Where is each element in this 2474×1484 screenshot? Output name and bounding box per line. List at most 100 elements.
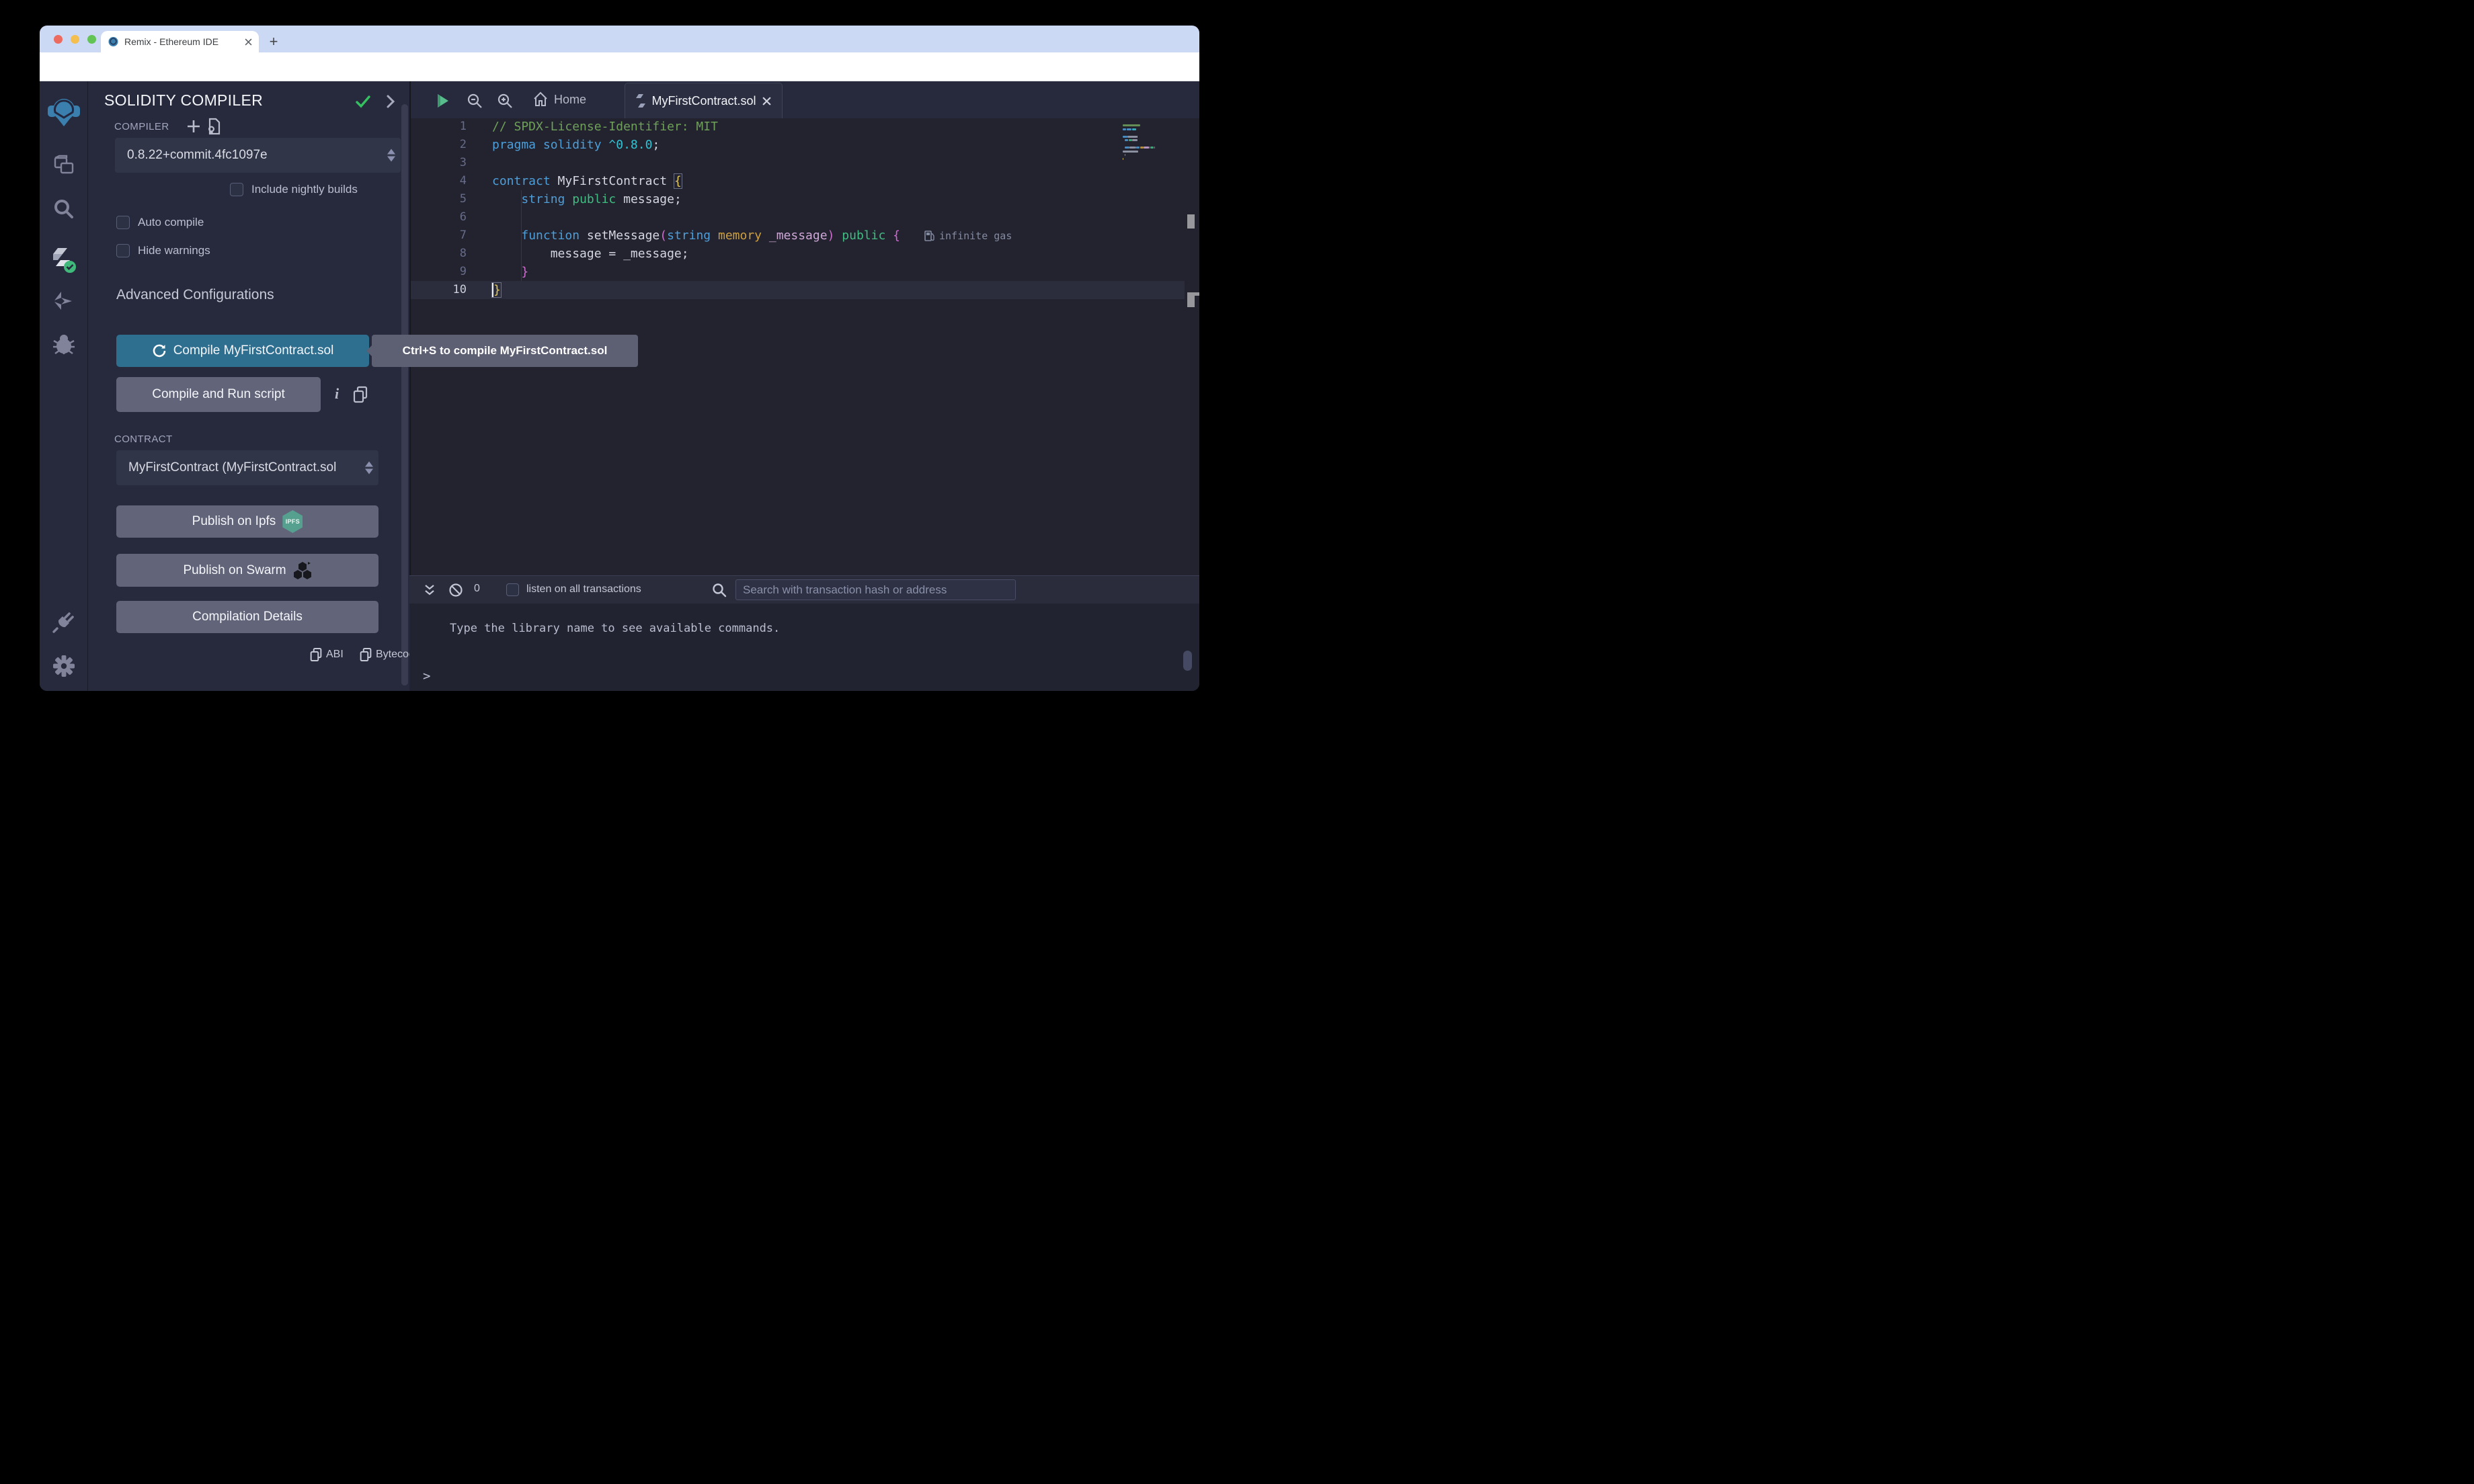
minimap-line — [1123, 124, 1140, 126]
code-line[interactable]: 4contract MyFirstContract { — [411, 172, 1185, 190]
minimize-window-button[interactable] — [71, 35, 79, 44]
compiler-license-icon[interactable] — [206, 118, 221, 135]
icon-rail — [40, 81, 88, 691]
gas-pump-icon — [924, 230, 934, 241]
zoom-in-icon[interactable] — [497, 93, 513, 109]
panel-scrollbar[interactable] — [401, 104, 408, 686]
code-line[interactable]: 7 function setMessage(string memory _mes… — [411, 226, 1185, 245]
ipfs-badge-icon: IPFS — [282, 510, 303, 533]
terminal-header: 0 listen on all transactions — [409, 576, 1199, 604]
swarm-cubes-icon — [293, 561, 312, 581]
contract-select-value: MyFirstContract (MyFirstContract.sol — [128, 460, 336, 475]
include-nightly-checkbox[interactable] — [230, 183, 243, 196]
minimap-line — [1135, 128, 1136, 130]
minimap-line — [1137, 136, 1138, 138]
plugin-manager-icon[interactable] — [40, 610, 88, 634]
close-window-button[interactable] — [54, 35, 63, 44]
tab-home[interactable]: Home — [532, 91, 586, 108]
line-number: 8 — [411, 245, 467, 263]
compiler-version-select[interactable]: 0.8.22+commit.4fc1097e — [115, 138, 401, 173]
screenshot-stage: Remix - Ethereum IDE + — [0, 0, 1237, 742]
compile-and-run-label: Compile and Run script — [152, 387, 284, 402]
search-icon[interactable] — [40, 198, 88, 221]
code-line[interactable]: 10} — [411, 281, 1185, 299]
minimap-line — [1123, 128, 1126, 130]
auto-compile-label: Auto compile — [138, 216, 204, 229]
settings-gear-icon[interactable] — [40, 654, 88, 678]
terminal-scrollbar[interactable] — [1183, 651, 1192, 671]
remix-logo-icon[interactable] — [40, 96, 88, 128]
compile-success-check-icon — [354, 93, 372, 110]
hide-warnings-checkbox[interactable] — [116, 244, 130, 257]
overview-ruler-mark — [1187, 294, 1195, 307]
listen-transactions-checkbox[interactable] — [506, 583, 519, 596]
copy-icon — [310, 647, 322, 662]
terminal-prompt[interactable]: > — [423, 669, 430, 684]
code-line[interactable]: 8 message = _message; — [411, 245, 1185, 263]
code-line[interactable]: 9 } — [411, 263, 1185, 281]
compiler-section-label: COMPILER — [114, 121, 169, 132]
compile-tooltip-text: Ctrl+S to compile MyFirstContract.sol — [403, 344, 608, 358]
compiler-version-value: 0.8.22+commit.4fc1097e — [127, 148, 268, 163]
gas-estimate-text: infinite gas — [939, 230, 1012, 242]
file-explorer-icon[interactable] — [40, 154, 88, 177]
contract-select[interactable]: MyFirstContract (MyFirstContract.sol — [116, 450, 378, 485]
line-number: 3 — [411, 154, 467, 172]
tab-active-file-label: MyFirstContract.sol — [651, 94, 756, 108]
compilation-details-label: Compilation Details — [192, 610, 303, 624]
code-line[interactable]: 2pragma solidity ^0.8.0; — [411, 136, 1185, 154]
minimap-line — [1123, 151, 1138, 153]
include-nightly-label: Include nightly builds — [251, 183, 358, 196]
compile-button-label: Compile MyFirstContract.sol — [173, 343, 334, 358]
publish-ipfs-label: Publish on Ipfs — [192, 514, 276, 529]
copy-script-icon[interactable] — [353, 386, 368, 403]
terminal-collapse-icon[interactable] — [423, 583, 436, 597]
minimap-line — [1127, 128, 1131, 130]
tab-active-file[interactable]: MyFirstContract.sol — [625, 83, 783, 118]
zoom-out-icon[interactable] — [467, 93, 483, 109]
line-number: 10 — [411, 281, 467, 299]
terminal-message: Type the library name to see available c… — [450, 622, 780, 635]
editor-region: Home MyFirstContract.sol 1// SPDX — [409, 81, 1199, 575]
compile-and-run-button[interactable]: Compile and Run script — [116, 377, 321, 412]
browser-tab[interactable]: Remix - Ethereum IDE — [101, 31, 259, 52]
minimap-line — [1136, 147, 1140, 149]
copy-abi-button[interactable]: ABI — [310, 647, 344, 662]
debugger-bug-icon[interactable] — [40, 333, 88, 356]
transaction-search-input[interactable] — [735, 579, 1016, 600]
info-icon[interactable]: i — [332, 385, 342, 404]
publish-ipfs-button[interactable]: Publish on Ipfs IPFS — [116, 505, 378, 538]
tab-close-icon[interactable] — [245, 38, 252, 46]
copy-icon — [360, 647, 372, 662]
auto-compile-checkbox[interactable] — [116, 216, 130, 229]
minimap-line — [1125, 147, 1129, 149]
add-compiler-icon[interactable] — [186, 119, 201, 134]
code-line[interactable]: 3 — [411, 154, 1185, 172]
contract-section-label: CONTRACT — [114, 434, 173, 445]
code-line[interactable]: 5 string public message; — [411, 190, 1185, 208]
editor-tab-bar: Home MyFirstContract.sol — [411, 81, 1199, 118]
new-tab-button[interactable]: + — [264, 32, 283, 51]
line-number: 2 — [411, 136, 467, 154]
maximize-window-button[interactable] — [87, 35, 96, 44]
code-line[interactable]: 1// SPDX-License-Identifier: MIT — [411, 118, 1185, 136]
deploy-run-icon[interactable] — [40, 290, 88, 314]
advanced-configurations-toggle[interactable]: Advanced Configurations — [116, 287, 274, 303]
listen-count-badge: 0 — [474, 583, 480, 595]
clear-console-icon[interactable] — [448, 583, 463, 597]
panel-chevron-right-icon[interactable] — [385, 94, 397, 109]
minimap-line — [1149, 147, 1150, 149]
compilation-details-button[interactable]: Compilation Details — [116, 601, 378, 633]
compile-refresh-icon — [152, 343, 167, 358]
line-number: 7 — [411, 226, 467, 245]
code-line[interactable]: 6 — [411, 208, 1185, 226]
minimap[interactable] — [1121, 123, 1178, 204]
panel-title: SOLIDITY COMPILER — [104, 91, 263, 110]
solidity-compiler-icon-active[interactable] — [40, 247, 88, 274]
home-icon — [532, 91, 549, 108]
chrome-toolbar: remix.ethereum.org/#lang=en&optimize=fal… — [40, 52, 1199, 81]
compile-button[interactable]: Compile MyFirstContract.sol — [116, 335, 369, 367]
run-script-play-icon[interactable] — [436, 93, 450, 109]
tab-close-icon[interactable] — [762, 97, 771, 106]
publish-swarm-button[interactable]: Publish on Swarm — [116, 554, 378, 587]
